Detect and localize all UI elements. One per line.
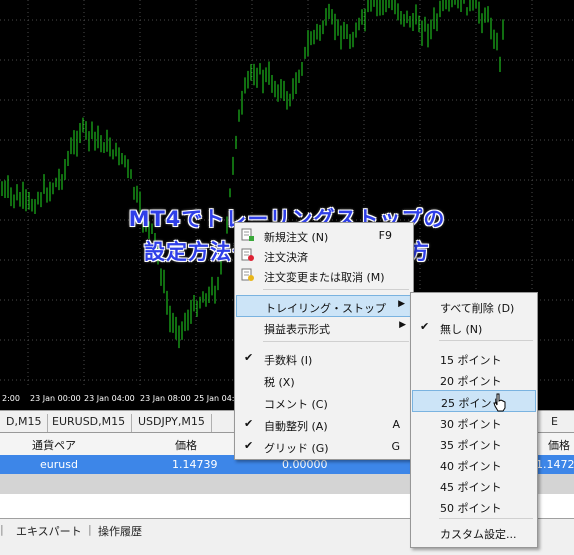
chart-tab[interactable]: EURUSD,M15 xyxy=(46,414,133,432)
time-label: 23 Jan 08:00 xyxy=(140,394,191,403)
chart-tab[interactable]: USDJPY,M15 xyxy=(132,414,212,432)
column-header-price[interactable]: 価格 xyxy=(175,437,197,453)
menu-separator xyxy=(263,341,409,342)
menu-item-commission[interactable]: ✔ 手数料 (I) xyxy=(236,348,412,368)
cell-pair: eurusd xyxy=(40,458,78,471)
submenu-item-50-points[interactable]: 50 ポイント xyxy=(412,496,536,516)
tab-experts[interactable]: エキスパート xyxy=(16,523,82,539)
submenu-arrow-icon: ▶ xyxy=(398,299,405,309)
time-label: 2:00 xyxy=(2,394,20,403)
chart-tab[interactable]: E xyxy=(545,414,564,432)
submenu-arrow-icon: ▶ xyxy=(399,320,406,330)
time-label: 23 Jan 04:00 xyxy=(84,394,135,403)
submenu-item-custom[interactable]: カスタム設定... xyxy=(412,522,536,542)
context-menu: 新規注文 (N) F9 注文決済 注文変更または取消 (M) トレイリング・スト… xyxy=(234,222,414,460)
chart-tab[interactable]: D,M15 xyxy=(0,414,49,432)
menu-item-tax[interactable]: 税 (X) xyxy=(236,370,412,390)
checkmark-icon: ✔ xyxy=(244,417,254,430)
menu-item-close-order[interactable]: 注文決済 xyxy=(236,245,412,265)
tab-separator: | xyxy=(0,523,4,536)
menu-separator xyxy=(439,340,533,341)
submenu-item-30-points[interactable]: 30 ポイント xyxy=(412,412,536,432)
menu-separator xyxy=(439,518,533,519)
menu-item-profit-display[interactable]: 損益表示形式 ▶ xyxy=(236,317,412,337)
column-header-pair[interactable]: 通貨ペア xyxy=(32,437,76,453)
tab-journal[interactable]: 操作履歴 xyxy=(98,523,142,539)
submenu-item-20-points[interactable]: 20 ポイント xyxy=(412,369,536,389)
menu-item-modify-order[interactable]: 注文変更または取消 (M) xyxy=(236,265,412,285)
menu-item-auto-arrange[interactable]: ✔ 自動整列 (A) A xyxy=(236,414,412,434)
new-order-icon xyxy=(241,228,254,241)
close-order-icon xyxy=(241,248,254,261)
hand-cursor-icon xyxy=(493,393,506,412)
submenu-item-none[interactable]: ✔ 無し (N) xyxy=(412,317,536,337)
menu-separator xyxy=(263,289,409,290)
cell-price: 1.14739 xyxy=(172,458,218,471)
checkmark-icon: ✔ xyxy=(244,439,254,452)
menu-item-new-order[interactable]: 新規注文 (N) F9 xyxy=(236,225,412,245)
checkmark-icon: ✔ xyxy=(420,320,430,333)
menu-item-comment[interactable]: コメント (C) xyxy=(236,392,412,412)
checkmark-icon: ✔ xyxy=(244,351,254,364)
column-header-price2[interactable]: 価格 xyxy=(548,437,570,453)
time-label: 23 Jan 00:00 xyxy=(30,394,81,403)
submenu-item-delete-all[interactable]: すべて削除 (D) xyxy=(412,296,536,316)
submenu-item-15-points[interactable]: 15 ポイント xyxy=(412,348,536,368)
tab-separator: | xyxy=(88,523,92,536)
cell-price2: 1.14725 xyxy=(536,458,574,471)
modify-order-icon xyxy=(241,268,254,281)
submenu-item-35-points[interactable]: 35 ポイント xyxy=(412,433,536,453)
submenu-item-25-points[interactable]: 25 ポイント xyxy=(412,390,536,412)
menu-item-trailing-stop[interactable]: トレイリング・ストップ ▶ xyxy=(236,295,412,317)
trailing-stop-submenu: すべて削除 (D) ✔ 無し (N) 15 ポイント 20 ポイント 25 ポイ… xyxy=(410,292,538,548)
submenu-item-40-points[interactable]: 40 ポイント xyxy=(412,454,536,474)
menu-item-grid[interactable]: ✔ グリッド (G) G xyxy=(236,436,412,456)
submenu-item-45-points[interactable]: 45 ポイント xyxy=(412,475,536,495)
